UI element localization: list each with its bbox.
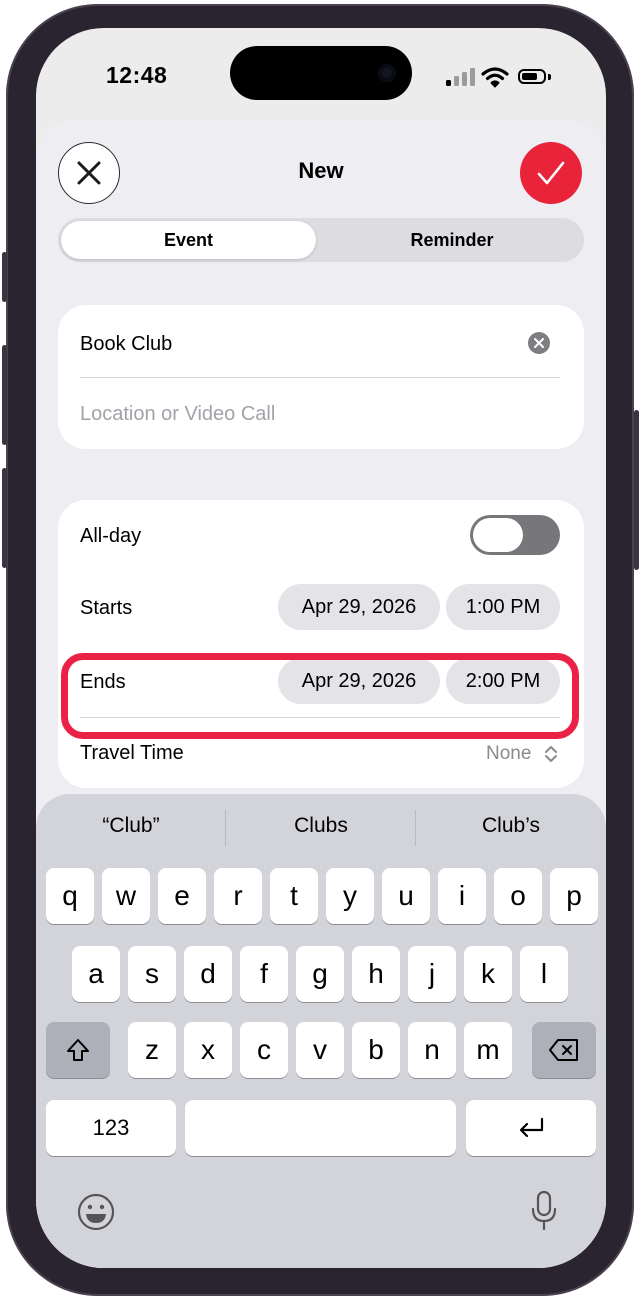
key-f[interactable]: f xyxy=(240,946,288,1002)
key-j[interactable]: j xyxy=(408,946,456,1002)
key-c[interactable]: c xyxy=(240,1022,288,1078)
key-p[interactable]: p xyxy=(550,868,598,924)
starts-label: Starts xyxy=(80,597,133,619)
key-t[interactable]: t xyxy=(270,868,318,924)
battery-tip xyxy=(548,74,551,80)
all-day-label: All-day xyxy=(80,525,142,547)
return-icon xyxy=(519,1117,544,1138)
location-field[interactable]: Location or Video Call xyxy=(80,403,275,426)
event-type-segmented-control: Event Reminder xyxy=(58,218,584,262)
clear-icon xyxy=(534,338,544,348)
delete-key[interactable] xyxy=(532,1022,596,1078)
confirm-button[interactable] xyxy=(520,142,582,204)
screen: 12:48 New Event Reminder Book Club Locat… xyxy=(36,28,606,1268)
key-o[interactable]: o xyxy=(494,868,542,924)
key-m[interactable]: m xyxy=(464,1022,512,1078)
key-k[interactable]: k xyxy=(464,946,512,1002)
cellular-signal-icon xyxy=(446,68,476,86)
starts-time-button[interactable]: 1:00 PM xyxy=(446,584,560,630)
key-h[interactable]: h xyxy=(352,946,400,1002)
key-i[interactable]: i xyxy=(438,868,486,924)
key-x[interactable]: x xyxy=(184,1022,232,1078)
key-e[interactable]: e xyxy=(158,868,206,924)
tab-event[interactable]: Event xyxy=(61,221,316,259)
status-bar: 12:48 xyxy=(36,28,606,128)
title-field[interactable]: Book Club xyxy=(80,333,172,356)
wifi-icon xyxy=(481,67,509,88)
shift-icon xyxy=(67,1039,89,1061)
power-button xyxy=(634,410,639,570)
return-key[interactable] xyxy=(466,1100,596,1156)
suggestion-2[interactable]: Clubs xyxy=(226,814,416,838)
key-w[interactable]: w xyxy=(102,868,150,924)
key-b[interactable]: b xyxy=(352,1022,400,1078)
shift-key[interactable] xyxy=(46,1022,110,1078)
volume-up-button xyxy=(2,345,7,445)
starts-date-button[interactable]: Apr 29, 2026 xyxy=(278,584,440,630)
key-a[interactable]: a xyxy=(72,946,120,1002)
title-location-card: Book Club Location or Video Call xyxy=(58,305,584,449)
travel-time-label: Travel Time xyxy=(80,742,184,764)
key-g[interactable]: g xyxy=(296,946,344,1002)
volume-down-button xyxy=(2,468,7,568)
travel-time-value[interactable]: None xyxy=(486,743,531,765)
key-z[interactable]: z xyxy=(128,1022,176,1078)
starts-row-highlight xyxy=(61,653,579,739)
all-day-toggle[interactable] xyxy=(470,515,560,555)
key-r[interactable]: r xyxy=(214,868,262,924)
key-n[interactable]: n xyxy=(408,1022,456,1078)
keyboard: “Club” Clubs Club’s q w e r t y u i o p … xyxy=(36,794,606,1268)
key-y[interactable]: y xyxy=(326,868,374,924)
key-v[interactable]: v xyxy=(296,1022,344,1078)
clear-title-button[interactable] xyxy=(528,332,550,354)
delete-icon xyxy=(549,1039,578,1061)
chevron-up-down-icon[interactable] xyxy=(544,744,558,764)
tab-reminder[interactable]: Reminder xyxy=(320,218,584,262)
numbers-key[interactable]: 123 xyxy=(46,1100,176,1156)
key-s[interactable]: s xyxy=(128,946,176,1002)
status-time: 12:48 xyxy=(106,62,168,88)
suggestion-3[interactable]: Club’s xyxy=(416,814,606,838)
key-q[interactable]: q xyxy=(46,868,94,924)
microphone-icon[interactable] xyxy=(529,1190,559,1232)
divider xyxy=(80,377,560,378)
battery-icon xyxy=(518,69,546,84)
key-u[interactable]: u xyxy=(382,868,430,924)
dynamic-island xyxy=(230,46,412,100)
key-d[interactable]: d xyxy=(184,946,232,1002)
emoji-icon[interactable] xyxy=(76,1192,116,1232)
camera-icon xyxy=(378,64,396,82)
schedule-card: All-day Starts Apr 29, 2026 1:00 PM Ends… xyxy=(58,500,584,788)
suggestion-1[interactable]: “Club” xyxy=(36,814,226,838)
space-key[interactable] xyxy=(185,1100,456,1156)
action-button xyxy=(2,252,7,302)
checkmark-icon xyxy=(537,161,565,185)
toggle-knob xyxy=(473,518,523,552)
key-l[interactable]: l xyxy=(520,946,568,1002)
